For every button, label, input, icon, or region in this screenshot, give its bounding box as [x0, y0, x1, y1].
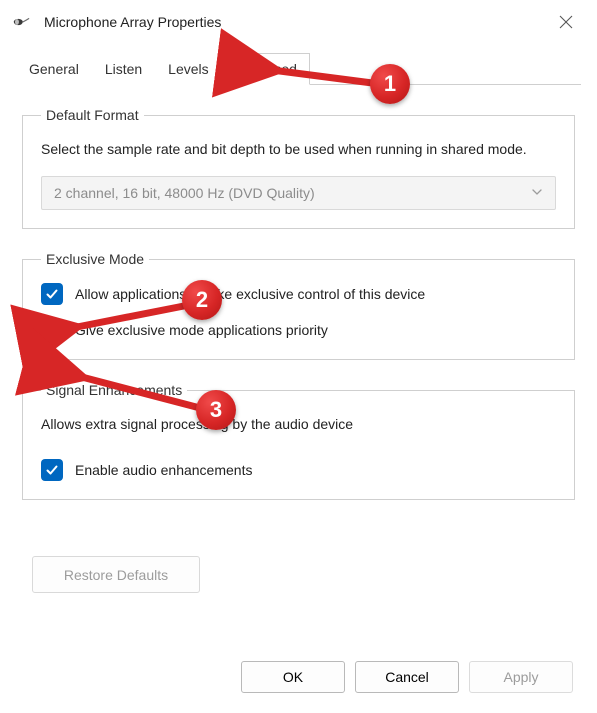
checkbox-enable-enhancements[interactable] [41, 459, 63, 481]
checkbox-allow-exclusive[interactable] [41, 283, 63, 305]
window-title: Microphone Array Properties [44, 14, 543, 30]
checkbox-give-priority[interactable] [41, 319, 63, 341]
apply-button[interactable]: Apply [469, 661, 573, 693]
close-button[interactable] [543, 2, 589, 42]
tab-listen[interactable]: Listen [92, 53, 155, 85]
restore-defaults-button[interactable]: Restore Defaults [32, 556, 200, 593]
annotation-callout-3: 3 [196, 390, 236, 430]
legend-default-format: Default Format [41, 107, 144, 123]
microphone-icon [12, 15, 30, 29]
cancel-button[interactable]: Cancel [355, 661, 459, 693]
format-select-value: 2 channel, 16 bit, 48000 Hz (DVD Quality… [54, 185, 315, 201]
titlebar: Microphone Array Properties [0, 0, 597, 44]
signal-enhancements-description: Allows extra signal processing by the au… [41, 414, 556, 435]
check-icon [45, 463, 59, 477]
annotation-arrow-1 [266, 62, 384, 90]
check-icon [45, 287, 59, 301]
annotation-callout-1: 1 [370, 64, 410, 104]
annotation-callout-2: 2 [182, 280, 222, 320]
format-select[interactable]: 2 channel, 16 bit, 48000 Hz (DVD Quality… [41, 176, 556, 210]
annotation-arrow-2 [66, 300, 198, 334]
tab-general[interactable]: General [16, 53, 92, 85]
dialog-footer: OK Cancel Apply [241, 661, 573, 693]
legend-exclusive-mode: Exclusive Mode [41, 251, 149, 267]
close-icon [559, 15, 573, 29]
chevron-down-icon [531, 185, 543, 201]
check-icon [45, 323, 59, 337]
label-enable-enhancements[interactable]: Enable audio enhancements [75, 462, 252, 478]
annotation-arrow-3 [72, 370, 204, 412]
group-default-format: Default Format Select the sample rate an… [22, 107, 575, 229]
default-format-description: Select the sample rate and bit depth to … [41, 139, 556, 160]
tab-levels[interactable]: Levels [155, 53, 221, 85]
ok-button[interactable]: OK [241, 661, 345, 693]
